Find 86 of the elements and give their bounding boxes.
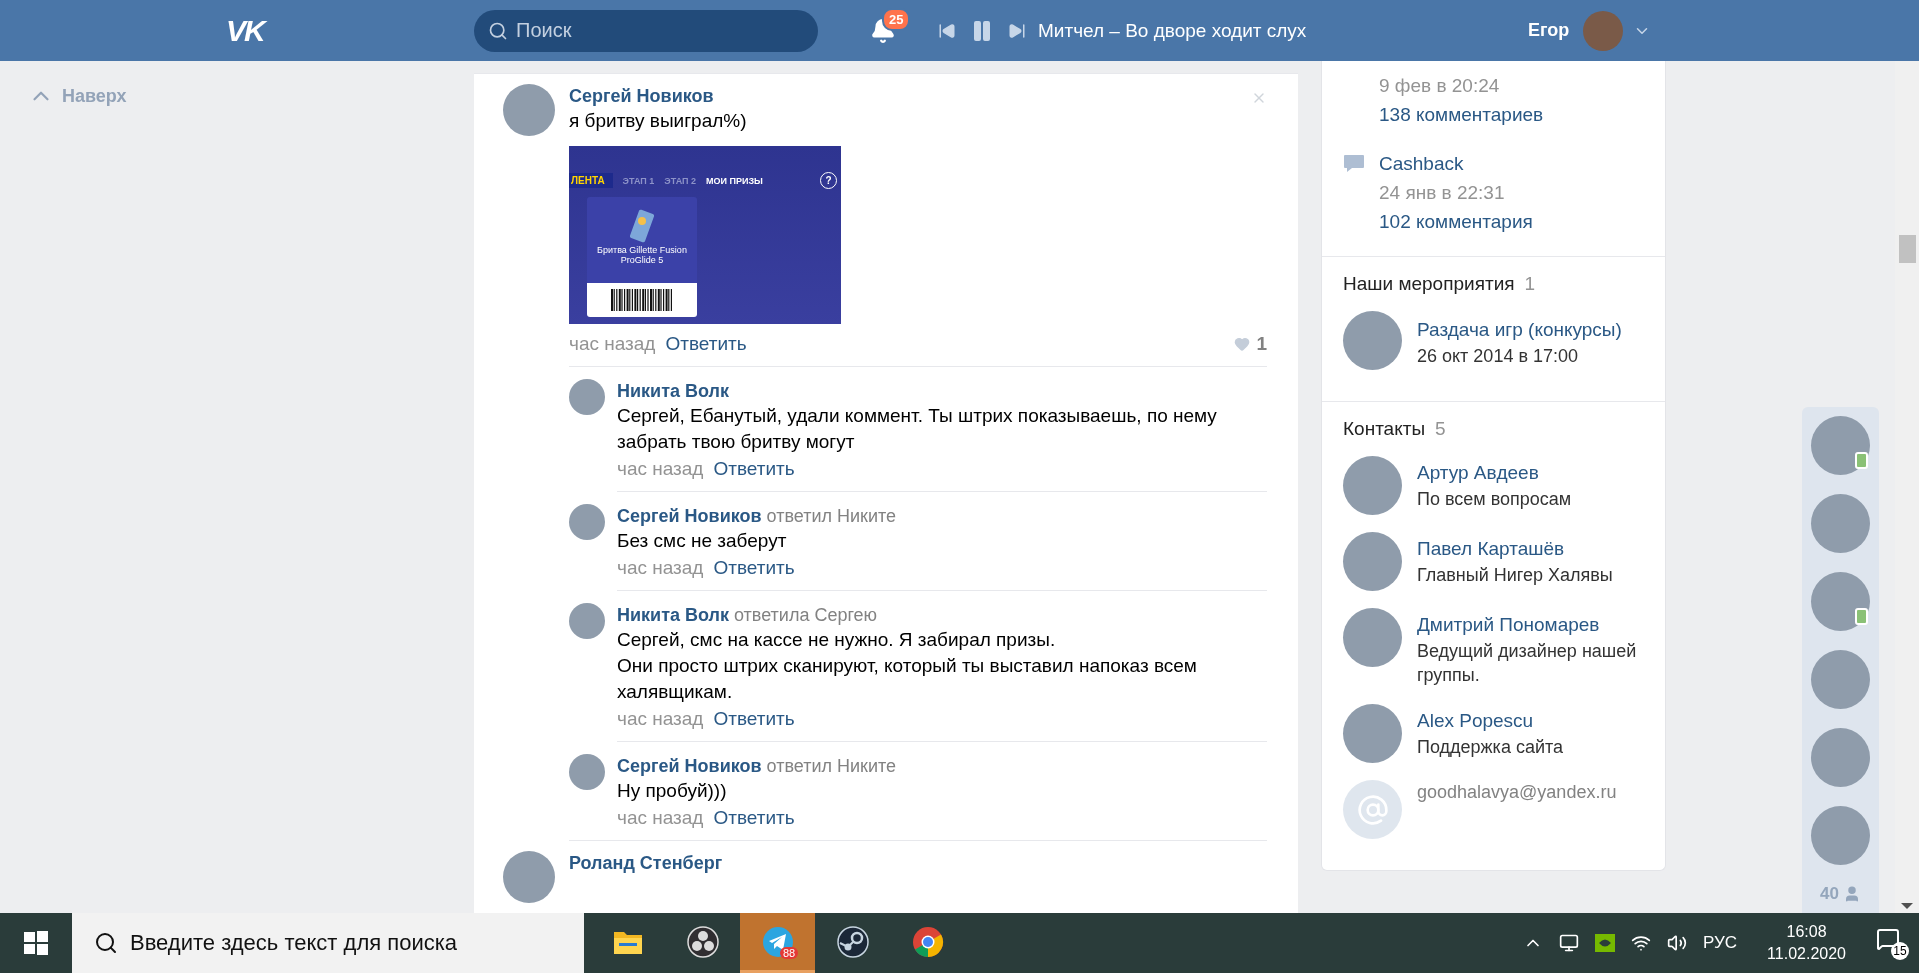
- commenter-name[interactable]: Никита Волк: [617, 379, 729, 403]
- topic-date: 9 фев в 20:24: [1379, 74, 1500, 98]
- event-title[interactable]: Раздача игр (конкурсы): [1417, 315, 1622, 344]
- screenshot-image[interactable]: ЛЕНТА ЭТАП 1 ЭТАП 2 МОИ ПРИЗЫ ? Бритва Gillette Fusion ProGlide 5: [569, 146, 841, 324]
- topic-date: 24 янв в 22:31: [1379, 181, 1505, 205]
- reply-link[interactable]: Ответить: [713, 554, 795, 582]
- contact-name[interactable]: Артур Авдеев: [1417, 458, 1572, 487]
- post-time: час назад: [569, 332, 656, 356]
- vk-logo[interactable]: VK: [226, 13, 474, 48]
- commenter-name[interactable]: Сергей Новиков: [617, 754, 762, 778]
- heart-icon: [1234, 336, 1251, 352]
- taskbar-search-field[interactable]: Введите здесь текст для поиска: [72, 913, 584, 973]
- contact-role: Поддержка сайта: [1417, 736, 1564, 759]
- reply-link[interactable]: Ответить: [665, 330, 747, 358]
- section-heading: Контакты: [1343, 418, 1426, 440]
- notification-badge: 15: [1891, 941, 1909, 960]
- reply-link[interactable]: Ответить: [713, 705, 795, 733]
- commenter-name[interactable]: Никита Волк: [617, 603, 729, 627]
- comment-text: Сергей, Ебанутый, удали коммент. Ты штрих показываешь, по нему забрать твою бритву могут: [617, 404, 1218, 454]
- next-icon[interactable]: [1008, 21, 1026, 40]
- signal-icon[interactable]: [1631, 933, 1652, 953]
- stage-label: МОИ ПРИЗЫ: [706, 175, 763, 186]
- author-name[interactable]: Сергей Новиков: [569, 84, 714, 108]
- taskbar-app[interactable]: 88: [740, 913, 815, 973]
- browser-icon: [911, 925, 944, 958]
- comment-time: час назад: [617, 806, 704, 830]
- author-name[interactable]: Роланд Стенберг: [569, 851, 723, 875]
- unread-badge: 88: [780, 947, 799, 959]
- commenter-avatar[interactable]: [569, 603, 605, 639]
- user-name[interactable]: Егор: [1528, 20, 1570, 41]
- author-avatar[interactable]: [503, 84, 555, 136]
- notifications-button[interactable]: 15: [1876, 926, 1909, 960]
- comment-time: час назад: [617, 457, 704, 481]
- contact-role: По всем вопросам: [1417, 488, 1572, 511]
- prize-name: Бритва Gillette Fusion ProGlide 5: [596, 244, 688, 267]
- author-avatar[interactable]: [503, 851, 555, 903]
- search-icon: [94, 931, 118, 955]
- reply-addressee: ответила Сергею: [733, 605, 878, 626]
- steam-icon: [836, 925, 869, 958]
- topic-title[interactable]: Cashback: [1379, 149, 1464, 178]
- network-icon[interactable]: [1559, 933, 1580, 953]
- paper-plane-icon: [761, 925, 794, 958]
- commenter-avatar[interactable]: [569, 379, 605, 415]
- comment-text: Они просто штрих сканируют, который ты выставил напоказ всем халявщикам.: [617, 654, 1198, 704]
- gpu-icon[interactable]: [1595, 934, 1616, 952]
- event-date: 26 окт 2014 в 17:00: [1417, 345, 1579, 368]
- comment-text: Сергей, смс на кассе не нужно. Я забирал призы.: [617, 628, 1056, 652]
- reply-addressee: ответил Никите: [766, 756, 897, 777]
- barcode-icon: [611, 289, 673, 311]
- volume-icon[interactable]: [1667, 933, 1688, 953]
- section-count: 5: [1435, 418, 1446, 440]
- comment-text: Ну пробуй))): [617, 779, 727, 803]
- contact-role: Ведущий дизайнер нашей группы.: [1417, 640, 1638, 687]
- comment-icon: [1343, 154, 1365, 174]
- section-heading: Наши мероприятия: [1343, 273, 1515, 295]
- contact-role: Главный Нигер Халявы: [1417, 564, 1613, 587]
- notification-badge: 25: [882, 7, 911, 31]
- commenter-name[interactable]: Сергей Новиков: [617, 504, 762, 528]
- section-count: 1: [1524, 273, 1536, 295]
- commenter-avatar[interactable]: [569, 754, 605, 790]
- like-button[interactable]: 1: [1234, 330, 1267, 358]
- search-field[interactable]: Поиск: [474, 9, 818, 52]
- comment-time: час назад: [617, 707, 704, 731]
- stage-label: ЭТАП 2: [664, 175, 696, 186]
- track-title[interactable]: Митчел – Во дворе ходит слух: [1038, 19, 1518, 42]
- reply-link[interactable]: Ответить: [713, 455, 795, 483]
- brand-logo: ЛЕНТА: [569, 173, 613, 188]
- post-text: я бритву выиграл%): [569, 109, 747, 133]
- reply-addressee: ответил Никите: [766, 506, 897, 527]
- contact-name[interactable]: Павел Карташёв: [1417, 534, 1613, 563]
- clock[interactable]: 16:08 11.02.2020: [1767, 921, 1846, 965]
- windows-logo-icon: [24, 931, 48, 955]
- obs-icon: [686, 925, 719, 958]
- language-indicator[interactable]: РУС: [1703, 933, 1738, 953]
- previous-icon[interactable]: [938, 21, 956, 40]
- contact-name[interactable]: Alex Popescu: [1417, 706, 1564, 735]
- comments-count-link[interactable]: 102 комментария: [1379, 207, 1533, 236]
- search-icon: [488, 20, 508, 41]
- comment-text: Без смс не заберут: [617, 529, 787, 553]
- stage-label: ЭТАП 1: [622, 175, 655, 186]
- commenter-avatar[interactable]: [569, 504, 605, 540]
- comment-time: час назад: [617, 556, 704, 580]
- comments-count-link[interactable]: 138 комментариев: [1379, 100, 1544, 129]
- contact-email[interactable]: goodhalavya@yandex.ru: [1417, 782, 1617, 803]
- reply-link[interactable]: Ответить: [713, 804, 795, 832]
- contact-name[interactable]: Дмитрий Пономарев: [1417, 610, 1645, 639]
